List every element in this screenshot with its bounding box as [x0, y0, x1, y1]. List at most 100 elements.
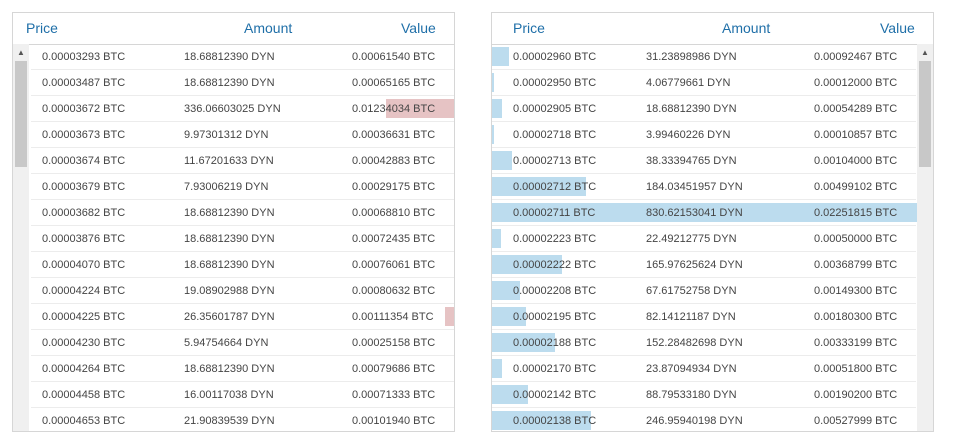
buy-value-cell: 0.02251815 BTC	[814, 207, 898, 219]
sell-price-cell: 0.00004653 BTC	[42, 415, 126, 427]
sell-scroll-thumb[interactable]	[15, 61, 27, 167]
sell-price-cell: 0.00003672 BTC	[42, 103, 126, 115]
chevron-up-icon[interactable]: ▲	[13, 44, 29, 60]
sell-amount-cell: 5.94754664 DYN	[184, 337, 269, 349]
sell-price-cell: 0.00004070 BTC	[42, 259, 126, 271]
buy-value-header[interactable]: Value	[880, 20, 915, 36]
sell-book-scrollbar[interactable]: ▲	[13, 44, 29, 431]
sell-amount-cell: 19.08902988 DYN	[184, 285, 275, 297]
sell-value-cell: 0.00076061 BTC	[352, 259, 436, 271]
sell-order-row[interactable]: 0.00003682 BTC 18.68812390 DYN 0.00068810 …	[31, 200, 454, 226]
sell-amount-cell: 18.68812390 DYN	[184, 207, 275, 219]
buy-order-row[interactable]: 0.00002138 BTC 246.95940198 DYN 0.00527999…	[492, 408, 916, 431]
sell-value-header[interactable]: Value	[401, 20, 436, 36]
buy-depth-bar	[492, 359, 502, 378]
sell-value-cell: 0.00061540 BTC	[352, 51, 436, 63]
buy-amount-header[interactable]: Amount	[722, 20, 770, 36]
buy-order-row[interactable]: 0.00002188 BTC 152.28482698 DYN 0.00333199…	[492, 330, 916, 356]
sell-amount-cell: 18.68812390 DYN	[184, 363, 275, 375]
sell-order-row[interactable]: 0.00003876 BTC 18.68812390 DYN 0.00072435 …	[31, 226, 454, 252]
buy-depth-bar	[492, 151, 512, 170]
buy-depth-bar	[492, 47, 509, 66]
sell-amount-cell: 16.00117038 DYN	[184, 389, 274, 401]
buy-price-cell: 0.00002138 BTC	[513, 415, 597, 427]
buy-order-row[interactable]: 0.00002711 BTC 830.62153041 DYN 0.02251815…	[492, 200, 917, 226]
buy-value-cell: 0.00190200 BTC	[814, 389, 898, 401]
buy-rows: 0.00002960 BTC 31.23898986 DYN 0.00092467 …	[492, 44, 917, 431]
sell-depth-bar	[445, 307, 454, 326]
sell-order-row[interactable]: 0.00003679 BTC 7.93006219 DYN 0.00029175 B…	[31, 174, 454, 200]
buy-price-header[interactable]: Price	[513, 20, 545, 36]
buy-order-row[interactable]: 0.00002170 BTC 23.87094934 DYN 0.00051800 …	[492, 356, 916, 382]
buy-order-row[interactable]: 0.00002222 BTC 165.97625624 DYN 0.00368799…	[492, 252, 916, 278]
sell-price-cell: 0.00003674 BTC	[42, 155, 126, 167]
sell-value-cell: 0.00072435 BTC	[352, 233, 436, 245]
buy-amount-cell: 4.06779661 DYN	[646, 77, 731, 89]
sell-order-row[interactable]: 0.00004230 BTC 5.94754664 DYN 0.00025158 B…	[31, 330, 454, 356]
sell-order-row[interactable]: 0.00003672 BTC 336.06603025 DYN 0.01234034…	[31, 96, 454, 122]
sell-book-header: Price Amount Value	[13, 13, 454, 45]
sell-order-row[interactable]: 0.00003293 BTC 18.68812390 DYN 0.00061540 …	[31, 44, 454, 70]
sell-value-cell: 0.00080632 BTC	[352, 285, 436, 297]
buy-value-cell: 0.00368799 BTC	[814, 259, 898, 271]
sell-value-cell: 0.01234034 BTC	[352, 103, 436, 115]
buy-order-row[interactable]: 0.00002950 BTC 4.06779661 DYN 0.00012000 B…	[492, 70, 916, 96]
sell-amount-cell: 18.68812390 DYN	[184, 77, 275, 89]
sell-value-cell: 0.00029175 BTC	[352, 181, 436, 193]
sell-order-row[interactable]: 0.00004653 BTC 21.90839539 DYN 0.00101940 …	[31, 408, 454, 431]
sell-value-cell: 0.00025158 BTC	[352, 337, 436, 349]
sell-value-cell: 0.00079686 BTC	[352, 363, 436, 375]
buy-book-scrollbar[interactable]: ▲	[917, 44, 933, 431]
sell-order-row[interactable]: 0.00004225 BTC 26.35601787 DYN 0.00111354 …	[31, 304, 454, 330]
sell-order-row[interactable]: 0.00004264 BTC 18.68812390 DYN 0.00079686 …	[31, 356, 454, 382]
sell-order-row[interactable]: 0.00003487 BTC 18.68812390 DYN 0.00065165 …	[31, 70, 454, 96]
sell-price-header[interactable]: Price	[26, 20, 58, 36]
buy-depth-bar	[492, 73, 494, 92]
buy-price-cell: 0.00002222 BTC	[513, 259, 597, 271]
sell-price-cell: 0.00004458 BTC	[42, 389, 126, 401]
sell-price-cell: 0.00004225 BTC	[42, 311, 126, 323]
sell-amount-cell: 18.68812390 DYN	[184, 51, 275, 63]
sell-value-cell: 0.00042883 BTC	[352, 155, 436, 167]
buy-price-cell: 0.00002208 BTC	[513, 285, 597, 297]
buy-order-row[interactable]: 0.00002960 BTC 31.23898986 DYN 0.00092467 …	[492, 44, 916, 70]
buy-price-cell: 0.00002223 BTC	[513, 233, 597, 245]
buy-scroll-thumb[interactable]	[919, 61, 931, 167]
buy-order-row[interactable]: 0.00002905 BTC 18.68812390 DYN 0.00054289 …	[492, 96, 916, 122]
buy-order-row[interactable]: 0.00002223 BTC 22.49212775 DYN 0.00050000 …	[492, 226, 916, 252]
buy-price-cell: 0.00002713 BTC	[513, 155, 597, 167]
sell-order-row[interactable]: 0.00004224 BTC 19.08902988 DYN 0.00080632 …	[31, 278, 454, 304]
sell-amount-cell: 9.97301312 DYN	[184, 129, 269, 141]
sell-order-row[interactable]: 0.00003673 BTC 9.97301312 DYN 0.00036631 B…	[31, 122, 454, 148]
buy-order-row[interactable]: 0.00002142 BTC 88.79533180 DYN 0.00190200 …	[492, 382, 916, 408]
sell-order-row[interactable]: 0.00003674 BTC 11.67201633 DYN 0.00042883 …	[31, 148, 454, 174]
sell-amount-header[interactable]: Amount	[244, 20, 292, 36]
buy-order-row[interactable]: 0.00002712 BTC 184.03451957 DYN 0.00499102…	[492, 174, 916, 200]
buy-price-cell: 0.00002950 BTC	[513, 77, 597, 89]
buy-amount-cell: 3.99460226 DYN	[646, 129, 731, 141]
buy-amount-cell: 246.95940198 DYN	[646, 415, 743, 427]
buy-amount-cell: 88.79533180 DYN	[646, 389, 737, 401]
buy-order-row[interactable]: 0.00002718 BTC 3.99460226 DYN 0.00010857 B…	[492, 122, 916, 148]
sell-order-row[interactable]: 0.00004070 BTC 18.68812390 DYN 0.00076061 …	[31, 252, 454, 278]
buy-order-row[interactable]: 0.00002713 BTC 38.33394765 DYN 0.00104000 …	[492, 148, 916, 174]
buy-price-cell: 0.00002960 BTC	[513, 51, 597, 63]
sell-amount-cell: 7.93006219 DYN	[184, 181, 269, 193]
buy-book-header: Price Amount Value	[492, 13, 933, 45]
sell-amount-cell: 11.67201633 DYN	[184, 155, 274, 167]
sell-order-book: Price Amount Value ▲ 0.00003293 BTC 18.68…	[12, 12, 455, 432]
sell-amount-cell: 336.06603025 DYN	[184, 103, 281, 115]
buy-amount-cell: 165.97625624 DYN	[646, 259, 743, 271]
buy-price-cell: 0.00002711 BTC	[513, 207, 596, 219]
buy-value-cell: 0.00333199 BTC	[814, 337, 898, 349]
buy-order-row[interactable]: 0.00002208 BTC 67.61752758 DYN 0.00149300 …	[492, 278, 916, 304]
buy-order-row[interactable]: 0.00002195 BTC 82.14121187 DYN 0.00180300 …	[492, 304, 916, 330]
buy-amount-cell: 82.14121187 DYN	[646, 311, 736, 323]
sell-price-cell: 0.00003682 BTC	[42, 207, 126, 219]
sell-order-row[interactable]: 0.00004458 BTC 16.00117038 DYN 0.00071333 …	[31, 382, 454, 408]
chevron-up-icon[interactable]: ▲	[917, 44, 933, 60]
buy-amount-cell: 67.61752758 DYN	[646, 285, 737, 297]
buy-price-cell: 0.00002188 BTC	[513, 337, 597, 349]
sell-amount-cell: 18.68812390 DYN	[184, 233, 275, 245]
sell-price-cell: 0.00004224 BTC	[42, 285, 126, 297]
